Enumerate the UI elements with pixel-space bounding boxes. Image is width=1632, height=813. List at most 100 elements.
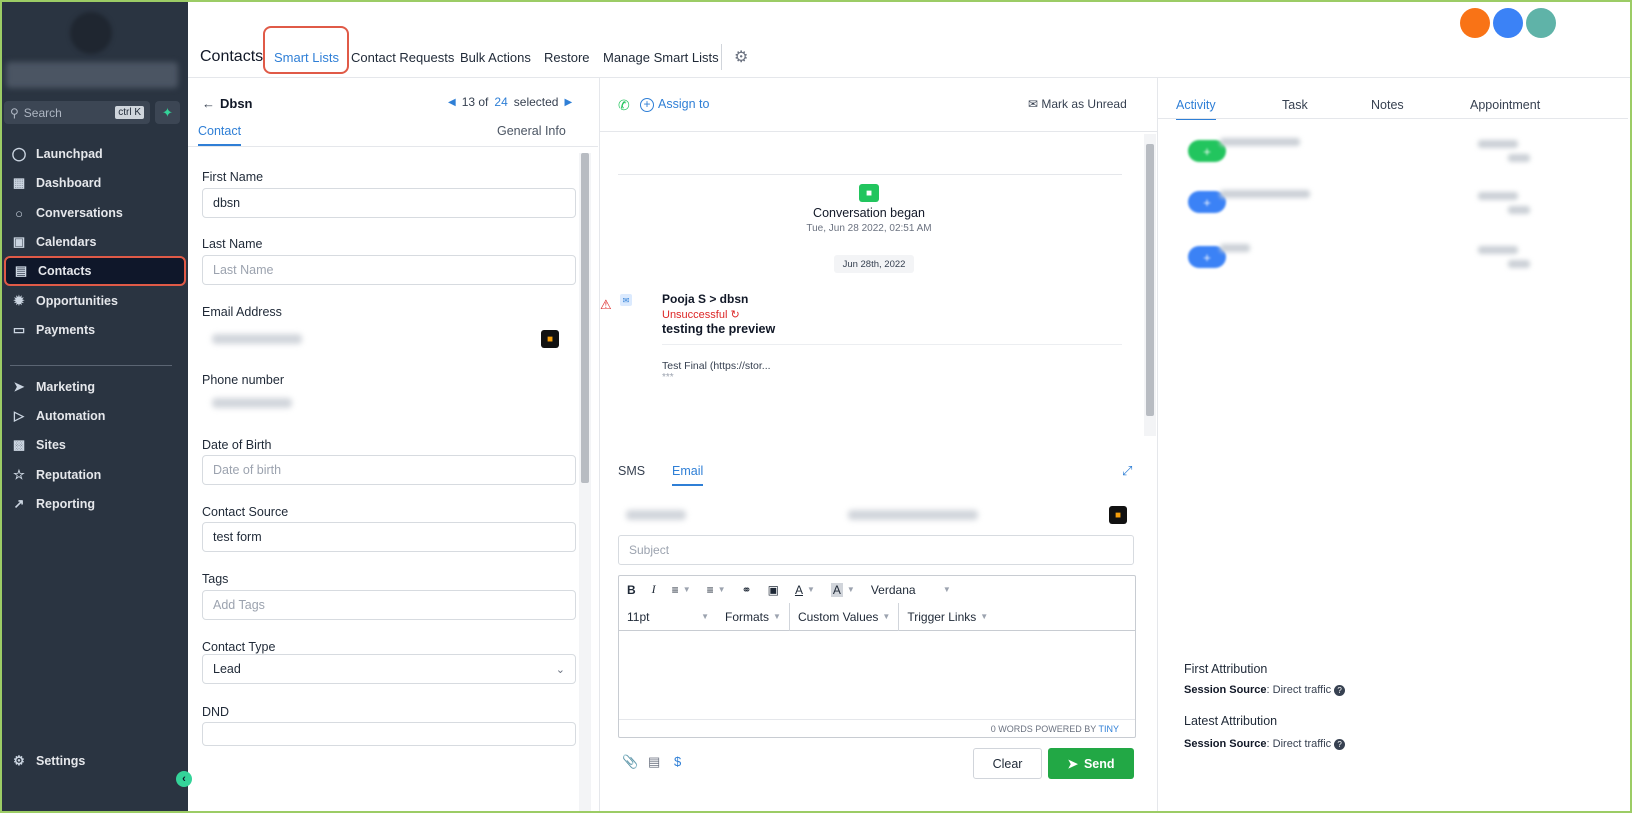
ai-assistant-button[interactable]: ✦: [155, 101, 180, 124]
last-name-field[interactable]: Last Name: [202, 255, 576, 285]
trigger-links-menu[interactable]: Trigger Links ▼: [899, 610, 996, 624]
retry-icon[interactable]: ↻: [730, 309, 739, 321]
tab-activity[interactable]: Activity: [1176, 98, 1216, 120]
toolkit-icon[interactable]: ■: [541, 330, 559, 348]
tab-divider: [1158, 118, 1628, 119]
numbered-list-button[interactable]: ≡ ▼: [699, 583, 734, 597]
template-icon[interactable]: ▤: [648, 754, 660, 770]
payment-link-icon[interactable]: $: [674, 754, 681, 769]
attachment-icon[interactable]: 📎: [622, 754, 638, 770]
email-field[interactable]: [212, 334, 302, 344]
italic-button[interactable]: I: [644, 582, 664, 597]
scrollbar[interactable]: [579, 153, 591, 813]
subject-input[interactable]: Subject: [618, 535, 1134, 565]
tab-restore[interactable]: Restore: [544, 50, 590, 65]
bullet-list-button[interactable]: ≡ ▼: [664, 583, 699, 597]
formats-label: Formats: [725, 609, 770, 624]
sidebar-item-marketing[interactable]: ➤ Marketing: [4, 372, 186, 402]
previous-record-icon[interactable]: ◀: [448, 97, 456, 108]
sidebar-item-reputation[interactable]: ☆ Reputation: [4, 460, 186, 490]
help-icon[interactable]: ?: [1334, 685, 1346, 696]
back-button[interactable]: ← Dbsn: [202, 96, 253, 111]
sidebar-item-calendars[interactable]: ▣ Calendars: [4, 227, 186, 257]
phone-icon[interactable]: ✆: [618, 97, 630, 114]
sidebar-item-payments[interactable]: ▭ Payments: [4, 315, 186, 345]
assign-to-button[interactable]: + Assign to: [640, 97, 709, 112]
tags-field[interactable]: Add Tags: [202, 590, 576, 620]
scrollbar[interactable]: [1144, 134, 1156, 436]
phone-field[interactable]: [212, 398, 292, 408]
custom-values-menu[interactable]: Custom Values ▼: [790, 610, 898, 624]
gear-icon: ⚙: [13, 753, 25, 768]
tab-sms[interactable]: SMS: [618, 464, 645, 484]
custom-values-label: Custom Values: [797, 609, 879, 624]
tab-general-info[interactable]: General Info: [497, 124, 566, 144]
contact-source-field[interactable]: test form: [202, 522, 576, 552]
message-expand[interactable]: ***: [662, 372, 674, 383]
sidebar-item-label: Marketing: [36, 380, 96, 394]
tab-contact[interactable]: Contact: [198, 124, 242, 146]
avatar[interactable]: [1526, 8, 1556, 38]
message-status[interactable]: Unsuccessful ↻: [662, 308, 740, 321]
contacts-icon: ▤: [14, 263, 28, 278]
from-field[interactable]: [626, 510, 686, 520]
sidebar-item-conversations[interactable]: ○ Conversations: [4, 198, 186, 228]
email-editor[interactable]: B I ≡ ▼ ≡ ▼ ⚭ ▣ A ▼ A ▼ Verdana ▼ 11pt ▼ Forma…: [618, 575, 1136, 738]
image-button[interactable]: ▣: [760, 583, 787, 597]
avatar[interactable]: [1493, 8, 1523, 38]
avatar[interactable]: [1460, 8, 1490, 38]
link-icon: ⚭: [741, 582, 752, 597]
sidebar-item-reporting[interactable]: ↗ Reporting: [4, 489, 186, 519]
record-total[interactable]: 24: [494, 95, 507, 109]
sidebar-item-automation[interactable]: ▷ Automation: [4, 401, 186, 431]
email-from-to-row: ■: [618, 502, 1138, 528]
sidebar-item-sites[interactable]: ▩ Sites: [4, 430, 186, 460]
tags-label: Tags: [202, 572, 229, 586]
sidebar-search[interactable]: ⚲ Search ctrl K: [4, 101, 150, 124]
clear-button[interactable]: Clear: [973, 748, 1042, 779]
tab-bulk-actions[interactable]: Bulk Actions: [460, 50, 531, 65]
company-logo[interactable]: [70, 12, 112, 54]
scrollbar-thumb[interactable]: [581, 153, 589, 483]
bullet-list-icon: ≡: [671, 582, 679, 597]
gear-icon[interactable]: ⚙: [734, 47, 748, 67]
background-color-button[interactable]: A ▼: [823, 582, 863, 597]
to-field[interactable]: [848, 510, 978, 520]
sidebar-item-settings[interactable]: ⚙ Settings: [4, 746, 186, 776]
font-family-select[interactable]: Verdana ▼: [863, 583, 959, 597]
account-switcher[interactable]: [6, 62, 178, 88]
contact-type-label: Contact Type: [202, 640, 276, 654]
tab-email[interactable]: Email: [672, 464, 704, 486]
link-button[interactable]: ⚭: [734, 583, 760, 597]
sidebar-item-opportunities[interactable]: ✹ Opportunities: [4, 286, 186, 316]
bold-button[interactable]: B: [619, 583, 644, 597]
tab-appointment[interactable]: Appointment: [1470, 98, 1540, 118]
tab-smart-lists[interactable]: Smart Lists: [274, 50, 339, 65]
sidebar-item-launchpad[interactable]: ◯ Launchpad: [4, 139, 186, 169]
tiny-brand-link[interactable]: TINY: [1098, 724, 1119, 734]
toolkit-icon[interactable]: ■: [1109, 506, 1127, 524]
contact-details-panel: ← Dbsn ◀ 13 of 24 selected ▶ Contact Gene…: [188, 78, 600, 813]
font-size-select[interactable]: 11pt ▼: [619, 610, 717, 624]
tab-task[interactable]: Task: [1282, 98, 1308, 118]
sidebar-item-label: Reporting: [36, 497, 96, 511]
tab-manage-smart-lists[interactable]: Manage Smart Lists: [603, 50, 719, 65]
contact-type-select[interactable]: Lead ⌄: [202, 654, 576, 684]
conversation-header: ✆ + Assign to ✉ Mark as Unread: [600, 78, 1158, 132]
mark-as-unread-button[interactable]: ✉ Mark as Unread: [1028, 97, 1127, 111]
send-button[interactable]: ➤ Send: [1048, 748, 1134, 779]
next-record-icon[interactable]: ▶: [564, 97, 572, 108]
formats-menu[interactable]: Formats ▼: [717, 610, 789, 624]
sidebar-item-contacts[interactable]: ▤ Contacts: [4, 256, 186, 286]
help-icon[interactable]: ?: [1334, 739, 1346, 750]
scrollbar-thumb[interactable]: [1146, 144, 1154, 416]
tab-notes[interactable]: Notes: [1371, 98, 1404, 118]
dob-field[interactable]: Date of birth: [202, 455, 576, 485]
sidebar-item-dashboard[interactable]: ▦ Dashboard: [4, 168, 186, 198]
tab-contact-requests[interactable]: Contact Requests: [351, 50, 454, 65]
text-color-button[interactable]: A ▼: [787, 583, 823, 597]
email-icon: ✉: [620, 294, 632, 306]
first-name-field[interactable]: dbsn: [202, 188, 576, 218]
collapse-composer-icon[interactable]: ⤢: [1122, 463, 1132, 479]
dnd-field[interactable]: [202, 722, 576, 746]
